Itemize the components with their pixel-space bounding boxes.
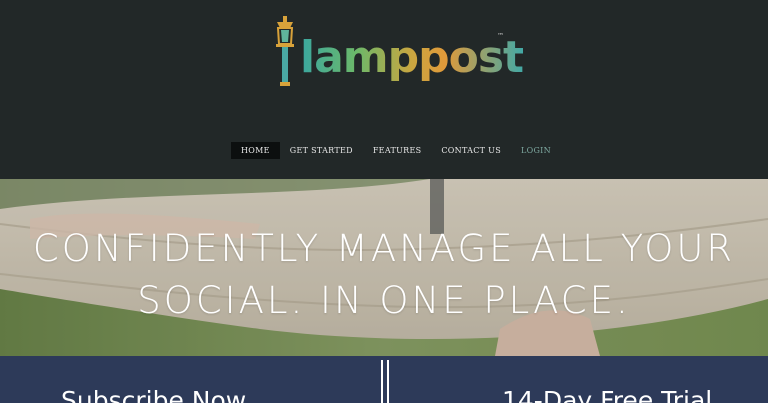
brand-name: lamppost (300, 28, 524, 88)
nav-home[interactable]: HOME (231, 142, 280, 159)
trademark-mark: ™ (497, 32, 504, 40)
nav-login[interactable]: LOGIN (511, 142, 561, 159)
site-header: lamppost ™ HOME GET STARTED FEATURES CON… (0, 0, 768, 179)
lamppost-icon (276, 16, 294, 86)
cta-bar: Subscribe Now 14-Day Free Trial (0, 356, 768, 403)
free-trial-button[interactable]: 14-Day Free Trial (502, 386, 712, 403)
nav-get-started[interactable]: GET STARTED (280, 142, 363, 159)
cta-divider-left (381, 360, 383, 403)
main-nav: HOME GET STARTED FEATURES CONTACT US LOG… (231, 142, 561, 159)
nav-contact-us[interactable]: CONTACT US (431, 142, 511, 159)
brand-logo[interactable]: lamppost ™ (268, 16, 524, 98)
hero-headline-line-2: SOCIAL. IN ONE PLACE. (137, 279, 631, 322)
hero-headline-line-1: CONFIDENTLY MANAGE ALL YOUR (32, 227, 736, 270)
hero-headline: CONFIDENTLY MANAGE ALL YOUR SOCIAL. IN O… (0, 223, 768, 327)
hero-banner: CONFIDENTLY MANAGE ALL YOUR SOCIAL. IN O… (0, 179, 768, 356)
nav-features[interactable]: FEATURES (363, 142, 432, 159)
subscribe-now-button[interactable]: Subscribe Now (61, 386, 246, 403)
cta-divider-right (387, 360, 389, 403)
